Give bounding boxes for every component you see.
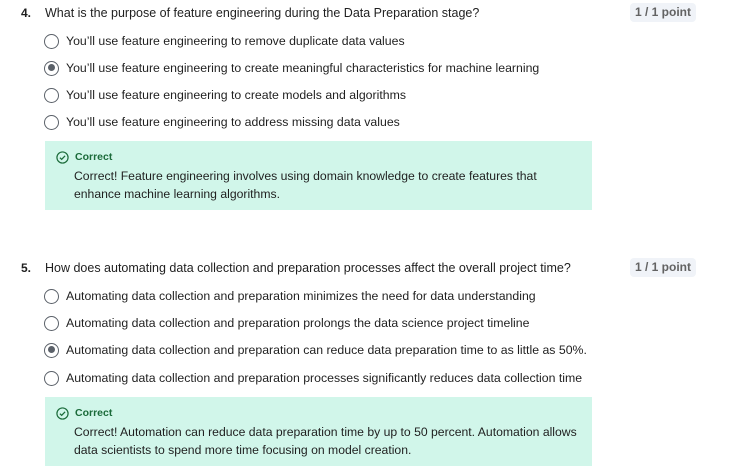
answer-option[interactable]: Automating data collection and preparati…	[44, 340, 587, 360]
option-label: Automating data collection and preparati…	[66, 371, 583, 385]
answer-option[interactable]: Automating data collection and preparati…	[44, 368, 582, 388]
option-label: You’ll use feature engineering to remove…	[66, 34, 405, 48]
radio-button[interactable]	[44, 315, 59, 331]
answer-option[interactable]: You’ll use feature engineering to create…	[44, 85, 406, 105]
check-circle-icon	[56, 406, 69, 420]
question-text: What is the purpose of feature engineeri…	[45, 6, 480, 20]
feedback-title: Correct	[75, 151, 113, 163]
feedback-text: Correct! Feature engineering involves us…	[74, 169, 537, 201]
check-circle-icon	[56, 150, 69, 164]
feedback-title: Correct	[75, 407, 113, 419]
question-5: 5. How does automating data collection a…	[0, 258, 741, 466]
answer-option[interactable]: Automating data collection and preparati…	[44, 313, 529, 333]
option-label: Automating data collection and preparati…	[66, 343, 587, 357]
option-label: You’ll use feature engineering to create…	[66, 88, 406, 102]
radio-button-selected[interactable]	[44, 342, 59, 358]
radio-button[interactable]	[44, 114, 59, 130]
question-number: 5.	[21, 261, 32, 275]
answer-option[interactable]: Automating data collection and preparati…	[44, 286, 536, 306]
question-4: 4. What is the purpose of feature engine…	[0, 3, 741, 210]
radio-button[interactable]	[44, 87, 59, 103]
answer-option[interactable]: You’ll use feature engineering to remove…	[44, 31, 405, 51]
radio-button[interactable]	[44, 288, 59, 304]
radio-button-selected[interactable]	[44, 60, 59, 76]
option-label: Automating data collection and preparati…	[66, 316, 530, 330]
feedback-panel: Correct Correct! Feature engineering inv…	[45, 141, 592, 210]
score-badge: 1 / 1 point	[630, 3, 697, 22]
option-label: Automating data collection and preparati…	[66, 289, 536, 303]
feedback-text: Correct! Automation can reduce data prep…	[74, 425, 577, 457]
question-text: How does automating data collection and …	[45, 261, 571, 275]
option-label: You’ll use feature engineering to create…	[66, 61, 540, 75]
radio-button[interactable]	[44, 33, 59, 49]
question-number: 4.	[21, 6, 32, 20]
answer-option[interactable]: You’ll use feature engineering to create…	[44, 58, 539, 78]
radio-button[interactable]	[44, 370, 59, 386]
feedback-panel: Correct Correct! Automation can reduce d…	[45, 397, 592, 466]
score-badge: 1 / 1 point	[630, 258, 697, 277]
option-label: You’ll use feature engineering to addres…	[66, 115, 400, 129]
answer-option[interactable]: You’ll use feature engineering to addres…	[44, 112, 400, 132]
